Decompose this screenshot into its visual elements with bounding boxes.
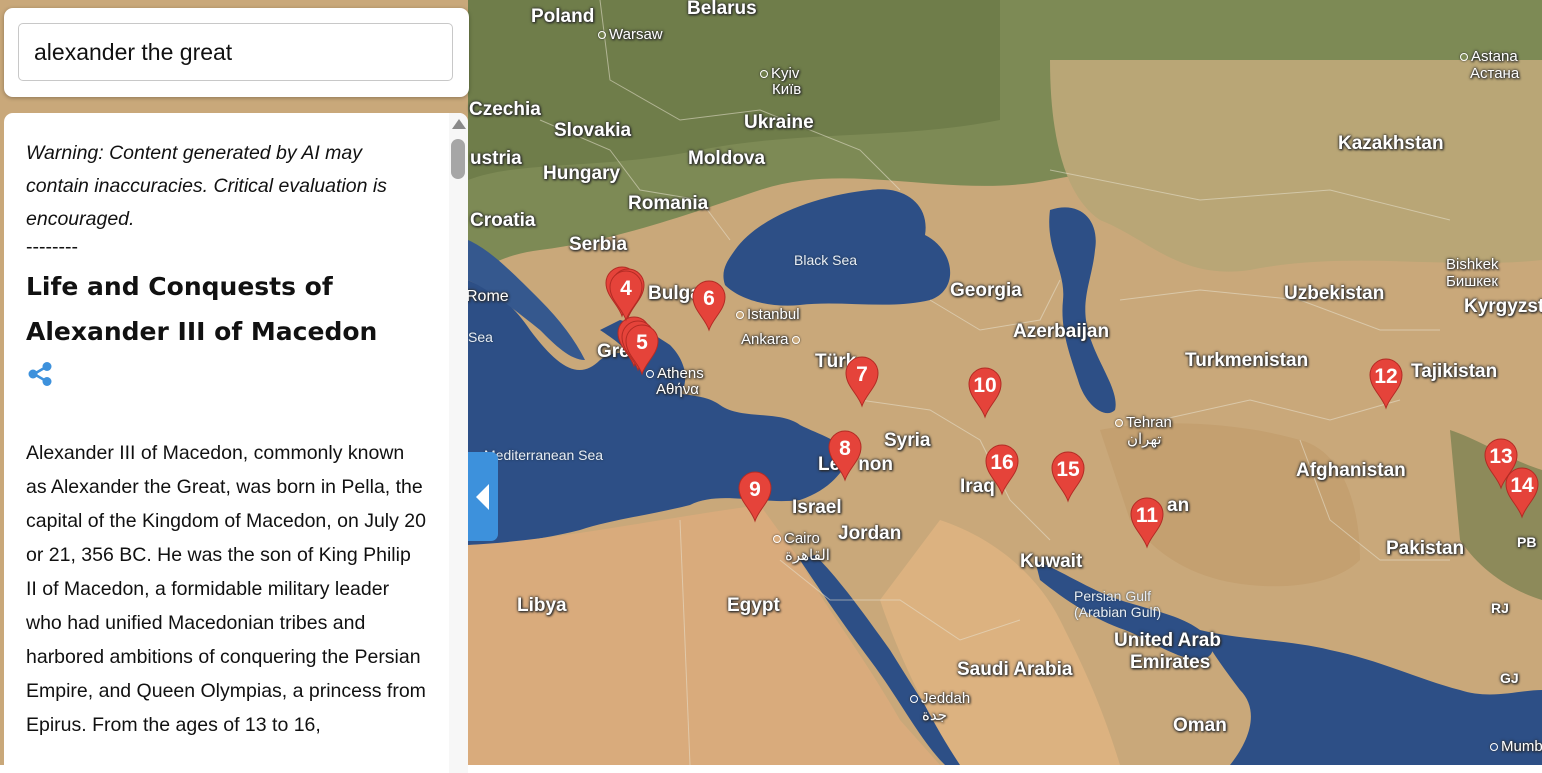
marker-number: 10 (973, 374, 997, 397)
label-cairo: Cairo القاهرة (773, 530, 830, 564)
label-sea-fragment: Sea (468, 329, 493, 345)
label-tehran: Tehran تهران (1115, 414, 1172, 448)
label-belarus: Belarus (687, 0, 757, 19)
marker-number: 11 (1135, 504, 1159, 527)
label-saudi-arabia: Saudi Arabia (957, 659, 1073, 680)
search-input[interactable] (18, 23, 453, 81)
collapse-panel-button[interactable] (468, 452, 498, 541)
label-croatia: Croatia (470, 210, 536, 231)
label-turkmenistan: Turkmenistan (1185, 350, 1309, 371)
city-dot-icon (791, 336, 800, 345)
map-marker-12[interactable]: 12 (1367, 356, 1405, 410)
label-kyiv: Kyiv Київ (760, 66, 801, 98)
label-uzbekistan: Uzbekistan (1284, 283, 1385, 304)
label-georgia: Georgia (950, 280, 1022, 301)
map-marker-7[interactable]: 7 (843, 354, 881, 408)
panel-content: Warning: Content generated by AI may con… (26, 137, 426, 742)
label-kazakhstan: Kazakhstan (1338, 133, 1444, 154)
label-jeddah: Jeddah جدة (910, 690, 970, 724)
label-rome: Rome (466, 288, 509, 305)
label-oman: Oman (1173, 715, 1227, 736)
article-body: Alexander III of Macedon, commonly known… (26, 442, 426, 736)
marker-number: 8 (839, 437, 851, 460)
label-uae: United Arab Emirates (1114, 630, 1221, 673)
label-poland: Poland (531, 6, 595, 27)
city-dot-icon (773, 535, 781, 544)
label-black-sea: Black Sea (794, 252, 858, 268)
label-serbia: Serbia (569, 234, 628, 255)
chevron-left-icon (476, 484, 489, 510)
label-astana: Astana Астана (1460, 48, 1519, 82)
scrollbar-thumb[interactable] (451, 139, 465, 179)
label-azerbaijan: Azerbaijan (1013, 321, 1110, 342)
map-marker-10[interactable]: 10 (966, 365, 1004, 419)
label-warsaw: Warsaw (598, 26, 663, 43)
marker-number: 9 (749, 478, 761, 501)
label-gj: GJ (1500, 670, 1519, 686)
label-istanbul: Istanbul (736, 306, 800, 323)
label-tajikistan: Tajikistan (1411, 361, 1498, 382)
map-marker-5[interactable]: 5 (623, 322, 661, 376)
label-rj: RJ (1491, 600, 1509, 616)
label-romania: Romania (628, 193, 709, 214)
map-marker-6[interactable]: 6 (690, 278, 728, 332)
marker-number: 7 (856, 363, 868, 386)
label-pakistan: Pakistan (1386, 538, 1465, 559)
map-marker-16[interactable]: 16 (983, 442, 1021, 496)
city-dot-icon (760, 70, 768, 79)
city-dot-icon (598, 31, 606, 40)
ai-warning: Warning: Content generated by AI may con… (26, 142, 387, 230)
city-dot-icon (1115, 419, 1123, 428)
map-marker-9[interactable]: 9 (736, 469, 774, 523)
city-dot-icon (736, 311, 744, 320)
label-hungary: Hungary (543, 163, 621, 184)
share-icon[interactable] (26, 360, 54, 388)
city-dot-icon (1490, 743, 1498, 752)
marker-number: 14 (1510, 474, 1534, 497)
label-ukraine: Ukraine (744, 112, 814, 133)
label-kuwait: Kuwait (1020, 551, 1083, 572)
search-panel (4, 8, 469, 97)
divider-text: -------- (26, 236, 78, 258)
info-panel[interactable]: Warning: Content generated by AI may con… (4, 113, 468, 773)
label-moldova: Moldova (688, 148, 766, 169)
label-austria: ustria (470, 148, 522, 169)
marker-number: 12 (1374, 365, 1398, 388)
map-marker-11[interactable]: 11 (1128, 495, 1166, 549)
label-iran: an (1167, 495, 1190, 516)
label-persian-gulf: Persian Gulf (Arabian Gulf) (1074, 588, 1162, 620)
label-kyrgyzstan: Kyrgyzst (1464, 296, 1542, 317)
label-bishkek: Bishkek Бишкек (1446, 256, 1499, 290)
label-syria: Syria (884, 430, 931, 451)
marker-number: 6 (703, 287, 715, 310)
label-egypt: Egypt (727, 595, 780, 616)
label-israel: Israel (792, 497, 842, 518)
scroll-up-icon[interactable] (452, 119, 466, 129)
article-title: Life and Conquests of Alexander III of M… (26, 272, 378, 346)
city-dot-icon (1460, 53, 1468, 62)
map-marker-4[interactable]: 4 (607, 268, 645, 322)
label-mumbai: Mumb (1490, 738, 1542, 755)
label-czechia: Czechia (469, 99, 541, 120)
label-jordan: Jordan (838, 523, 902, 544)
label-ankara: Ankara (741, 331, 803, 348)
map-marker-8[interactable]: 8 (826, 428, 864, 482)
map-marker-14[interactable]: 14 (1503, 465, 1541, 519)
label-libya: Libya (517, 595, 567, 616)
label-slovakia: Slovakia (554, 120, 632, 141)
label-afghanistan: Afghanistan (1296, 460, 1406, 481)
panel-scrollbar[interactable] (449, 113, 468, 773)
city-dot-icon (910, 695, 918, 704)
marker-number: 4 (620, 277, 632, 300)
label-pb: PB (1517, 534, 1537, 550)
marker-number: 5 (636, 331, 648, 354)
marker-number: 16 (990, 451, 1014, 474)
marker-number: 15 (1056, 458, 1080, 481)
map-marker-15[interactable]: 15 (1049, 449, 1087, 503)
label-mediterranean: Mediterranean Sea (484, 447, 604, 463)
